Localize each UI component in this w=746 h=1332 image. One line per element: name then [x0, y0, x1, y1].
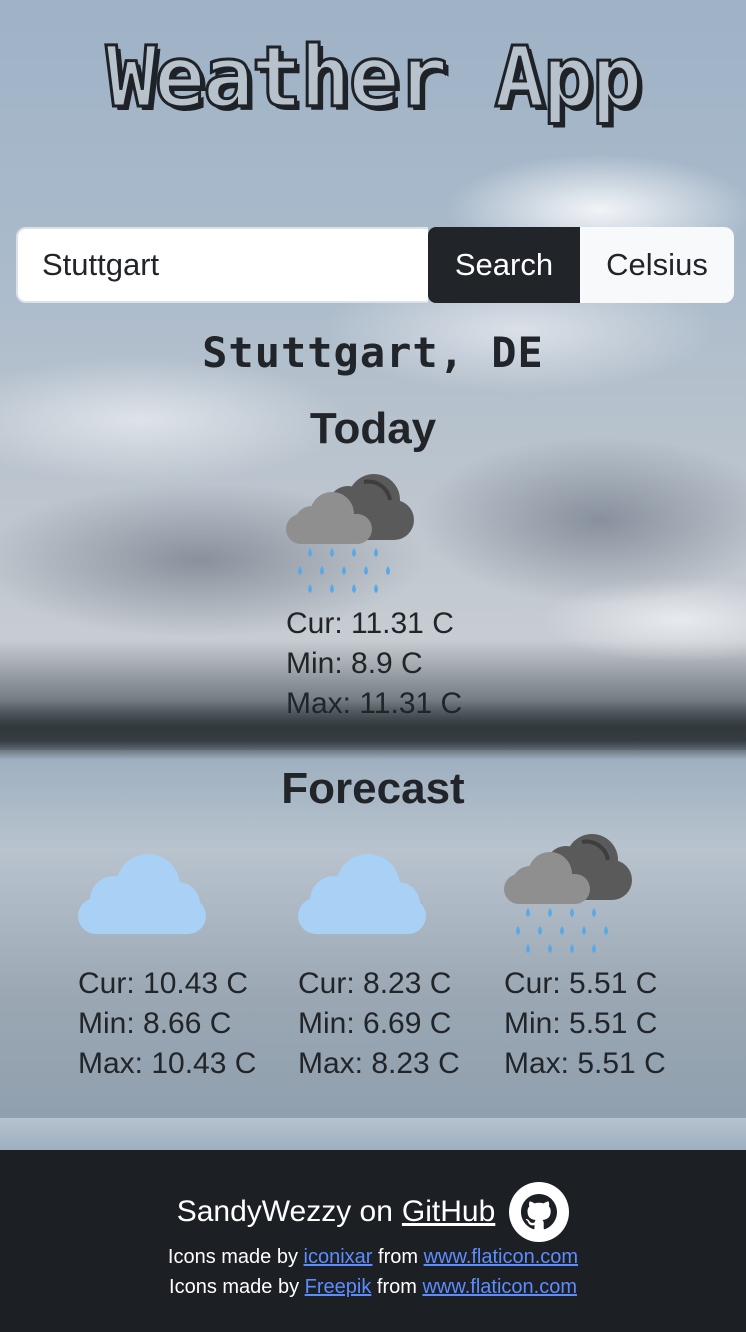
- forecast-2-max-temp: Max: 8.23 C: [298, 1047, 460, 1080]
- rain-drops: [516, 908, 608, 953]
- forecast-1-max-temp: Max: 10.43 C: [78, 1047, 257, 1080]
- forecast-2-current-temp: Cur: 8.23 C: [298, 967, 452, 1000]
- cloud-icon: [78, 854, 206, 934]
- background-bottom: [0, 1118, 746, 1150]
- app-title: Weather App: [104, 27, 643, 128]
- credit-from: from: [376, 1276, 417, 1298]
- forecast-3-current-temp: Cur: 5.51 C: [504, 967, 658, 1000]
- credit-from: from: [378, 1246, 419, 1268]
- today-current-temp: Cur: 11.31 C: [286, 607, 454, 640]
- location-label: Stuttgart, DE: [202, 328, 544, 377]
- forecast-3-min-temp: Min: 5.51 C: [504, 1007, 658, 1040]
- rain-cloud-icon: [504, 834, 632, 953]
- unit-toggle-button[interactable]: Celsius: [580, 227, 734, 303]
- credit-author-link-2[interactable]: Freepik: [305, 1276, 372, 1298]
- forecast-1-min-temp: Min: 8.66 C: [78, 1007, 232, 1040]
- github-link[interactable]: GitHub: [402, 1195, 495, 1229]
- search-bar: Search Celsius: [16, 227, 734, 303]
- footer-author: SandyWezzy on: [176, 1195, 393, 1228]
- forecast-2-min-temp: Min: 6.69 C: [298, 1007, 452, 1040]
- footer-author-line: SandyWezzy on GitHub: [0, 1182, 746, 1242]
- search-button[interactable]: Search: [428, 227, 580, 303]
- city-search-input[interactable]: [16, 227, 428, 303]
- rain-drops: [298, 548, 390, 593]
- rain-cloud-icon: [286, 474, 414, 593]
- github-icon[interactable]: [509, 1182, 570, 1242]
- credit-author-link-1[interactable]: iconixar: [304, 1246, 373, 1268]
- today-max-temp: Max: 11.31 C: [286, 687, 463, 720]
- credit-prefix: Icons made by: [167, 1246, 298, 1268]
- today-min-temp: Min: 8.9 C: [286, 647, 423, 680]
- today-heading: Today: [309, 404, 437, 453]
- today-values: Cur: 11.31 C Min: 8.9 C Max: 11.31 C: [286, 604, 462, 724]
- forecast-3-max-temp: Max: 5.51 C: [504, 1047, 666, 1080]
- flaticon-link-2[interactable]: www.flaticon.com: [422, 1276, 577, 1298]
- credit-line-1: Icons made by iconixar from www.flaticon…: [0, 1246, 746, 1269]
- forecast-day-1: Cur: 10.43 C Min: 8.66 C Max: 10.43 C: [78, 964, 256, 1084]
- credit-line-2: Icons made by Freepik from www.flaticon.…: [0, 1276, 746, 1299]
- forecast-day-2: Cur: 8.23 C Min: 6.69 C Max: 8.23 C: [298, 964, 460, 1084]
- forecast-heading: Forecast: [281, 764, 465, 813]
- flaticon-link-1[interactable]: www.flaticon.com: [424, 1246, 579, 1268]
- forecast-1-current-temp: Cur: 10.43 C: [78, 967, 249, 1000]
- footer: SandyWezzy on GitHub Icons made by iconi…: [0, 1150, 746, 1332]
- cloud-icon: [298, 854, 426, 934]
- credit-prefix: Icons made by: [169, 1276, 300, 1298]
- forecast-day-3: Cur: 5.51 C Min: 5.51 C Max: 5.51 C: [504, 964, 666, 1084]
